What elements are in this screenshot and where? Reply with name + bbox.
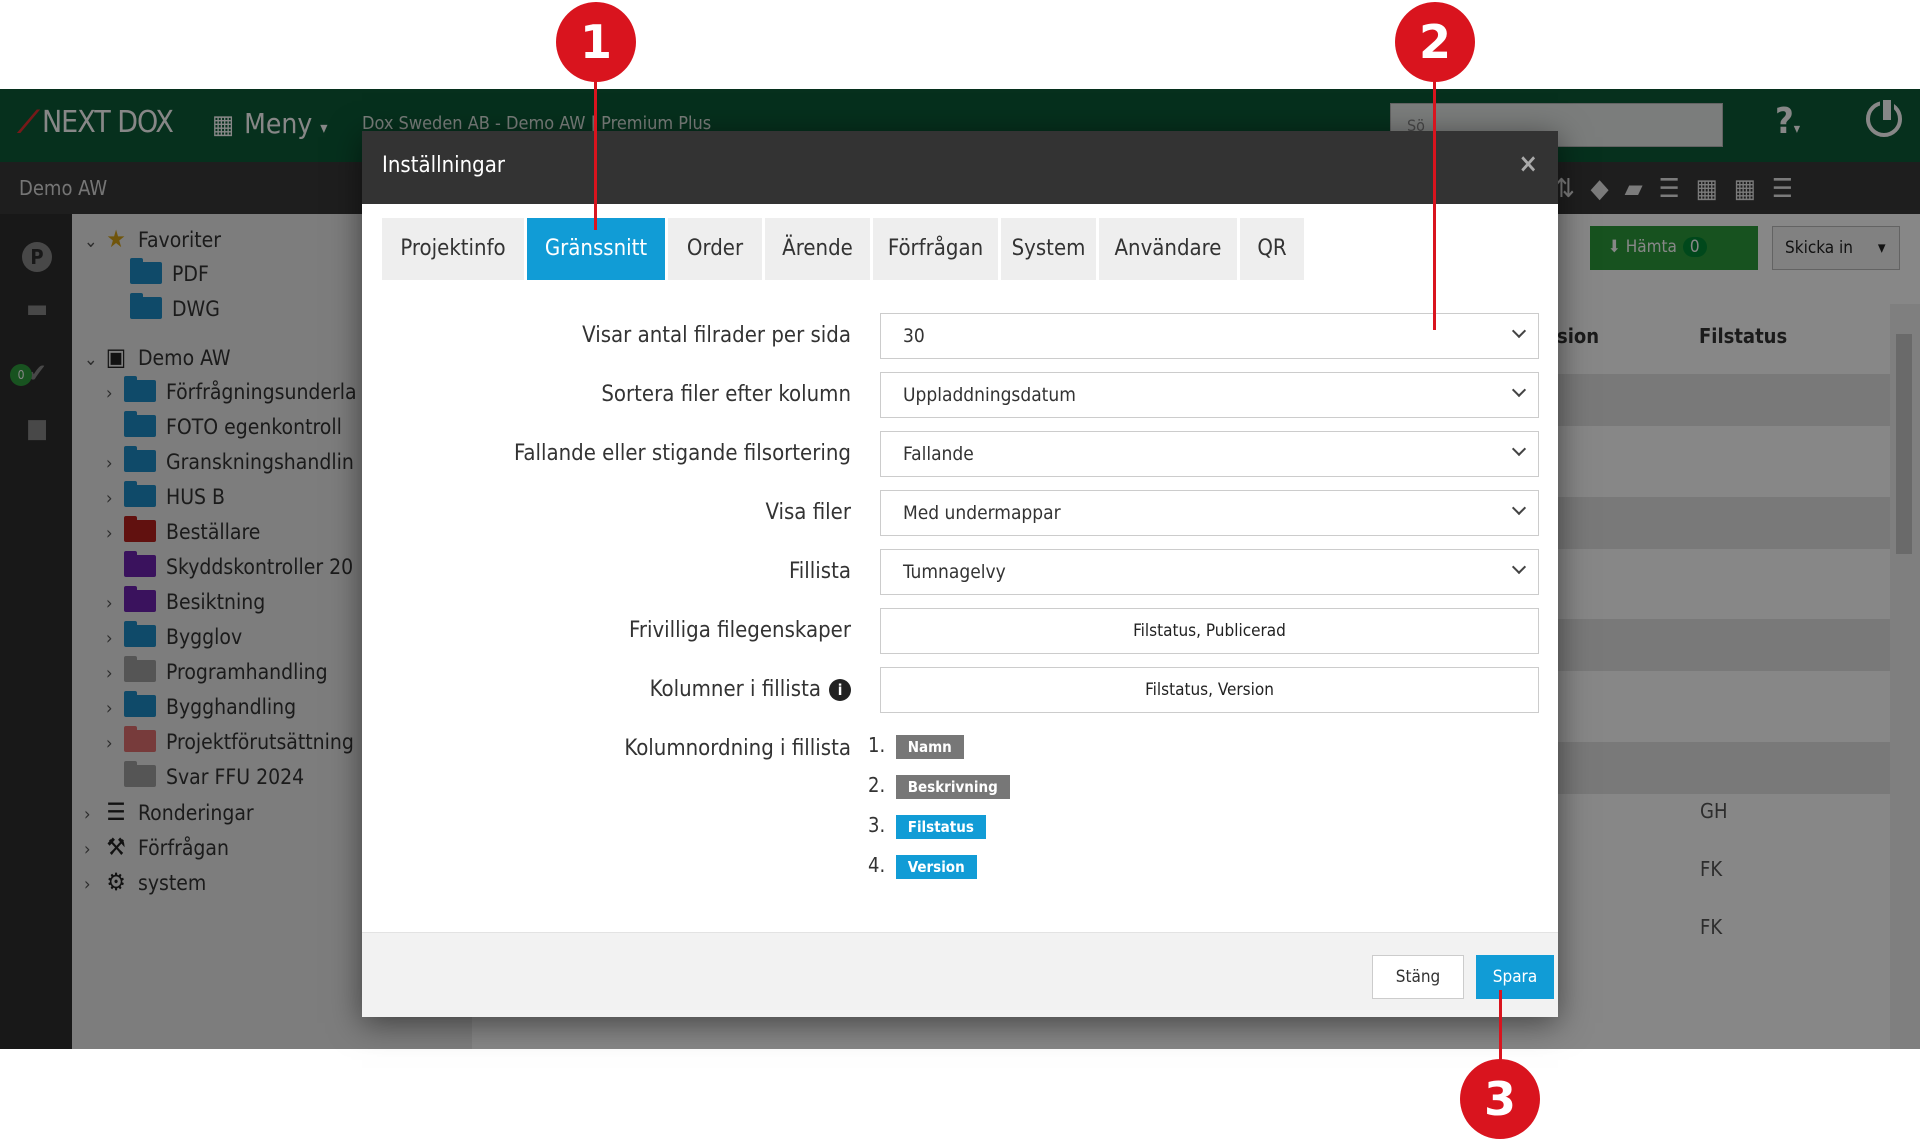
column-chip[interactable]: Filstatus <box>895 815 986 839</box>
callout-1-badge: 1 <box>556 2 636 82</box>
order-number: 3. <box>868 813 886 837</box>
setting-file-list: Fillista Tumnagelvy <box>362 549 1558 595</box>
callout-2-badge: 2 <box>1395 2 1475 82</box>
order-number: 1. <box>868 733 886 757</box>
columns-label-text: Kolumner i fillista <box>649 677 821 702</box>
dialog-title: Inställningar <box>382 153 505 178</box>
rows-per-page-select[interactable]: 30 <box>880 313 1539 359</box>
dialog-footer: Stäng Spara <box>362 932 1558 1017</box>
setting-show-files: Visa filer Med undermappar <box>362 490 1558 536</box>
field-label: Kolumnordning i fillista <box>624 736 851 761</box>
field-label: Visa filer <box>765 500 851 525</box>
settings-dialog: Inställningar × Projektinfo Gränssnitt O… <box>362 131 1558 1017</box>
save-button[interactable]: Spara <box>1476 955 1554 999</box>
tab-system[interactable]: System <box>1001 218 1096 280</box>
select-value: Fallande <box>903 443 974 465</box>
column-chip[interactable]: Beskrivning <box>895 775 1010 799</box>
screenshot-canvas: ⟋ NEXT DOX ▦ Meny ▾ Dox Sweden AB - Demo A… <box>0 0 1920 1139</box>
show-files-select[interactable]: Med undermappar <box>880 490 1539 536</box>
callout-3-line <box>1499 990 1502 1070</box>
column-chip[interactable]: Namn <box>895 735 964 759</box>
field-label: Sortera filer efter kolumn <box>601 382 851 407</box>
optional-properties-button[interactable]: Filstatus, Publicerad <box>880 608 1539 654</box>
select-value: 30 <box>903 325 925 347</box>
info-icon[interactable]: i <box>829 679 851 701</box>
callout-1-line <box>594 60 597 230</box>
chevron-down-icon <box>1511 441 1527 457</box>
setting-columns: Kolumner i fillista i Filstatus, Version <box>362 667 1558 713</box>
column-chip[interactable]: Version <box>895 855 977 879</box>
select-value: Uppladdningsdatum <box>903 384 1076 406</box>
dialog-header: Inställningar × <box>362 131 1558 204</box>
tab-arende[interactable]: Ärende <box>765 218 870 280</box>
file-list-view-select[interactable]: Tumnagelvy <box>880 549 1539 595</box>
order-number: 2. <box>868 773 886 797</box>
field-label: Kolumner i fillista i <box>650 677 851 702</box>
tab-qr[interactable]: QR <box>1240 218 1304 280</box>
column-order-item[interactable]: 2. Beskrivning <box>868 773 1010 799</box>
field-label: Fallande eller stigande filsortering <box>513 441 851 466</box>
setting-rows-per-page: Visar antal filrader per sida 30 <box>362 313 1558 359</box>
column-order-item[interactable]: 3. Filstatus <box>868 813 986 839</box>
field-label: Frivilliga filegenskaper <box>629 618 851 643</box>
callout-2-line <box>1433 60 1436 330</box>
tab-forfragan[interactable]: Förfrågan <box>873 218 998 280</box>
select-value: Med undermappar <box>903 502 1061 524</box>
chevron-down-icon <box>1511 500 1527 516</box>
select-value: Tumnagelvy <box>903 561 1006 583</box>
field-label: Visar antal filrader per sida <box>582 323 851 348</box>
chevron-down-icon <box>1511 323 1527 339</box>
sort-column-select[interactable]: Uppladdningsdatum <box>880 372 1539 418</box>
field-label: Fillista <box>789 559 851 584</box>
close-icon[interactable]: × <box>1518 149 1538 179</box>
columns-button[interactable]: Filstatus, Version <box>880 667 1539 713</box>
tab-projektinfo[interactable]: Projektinfo <box>382 218 524 280</box>
callout-3-badge: 3 <box>1460 1059 1540 1139</box>
column-order-item[interactable]: 4. Version <box>868 853 977 879</box>
setting-sort-column: Sortera filer efter kolumn Uppladdningsd… <box>362 372 1558 418</box>
chevron-down-icon <box>1511 382 1527 398</box>
sort-order-select[interactable]: Fallande <box>880 431 1539 477</box>
close-button[interactable]: Stäng <box>1372 955 1464 999</box>
setting-sort-order: Fallande eller stigande filsortering Fal… <box>362 431 1558 477</box>
tab-order[interactable]: Order <box>668 218 762 280</box>
setting-optional-properties: Frivilliga filegenskaper Filstatus, Publ… <box>362 608 1558 654</box>
order-number: 4. <box>868 853 886 877</box>
column-order-item[interactable]: 1. Namn <box>868 733 964 759</box>
tab-anvandare[interactable]: Användare <box>1099 218 1237 280</box>
chevron-down-icon <box>1511 559 1527 575</box>
